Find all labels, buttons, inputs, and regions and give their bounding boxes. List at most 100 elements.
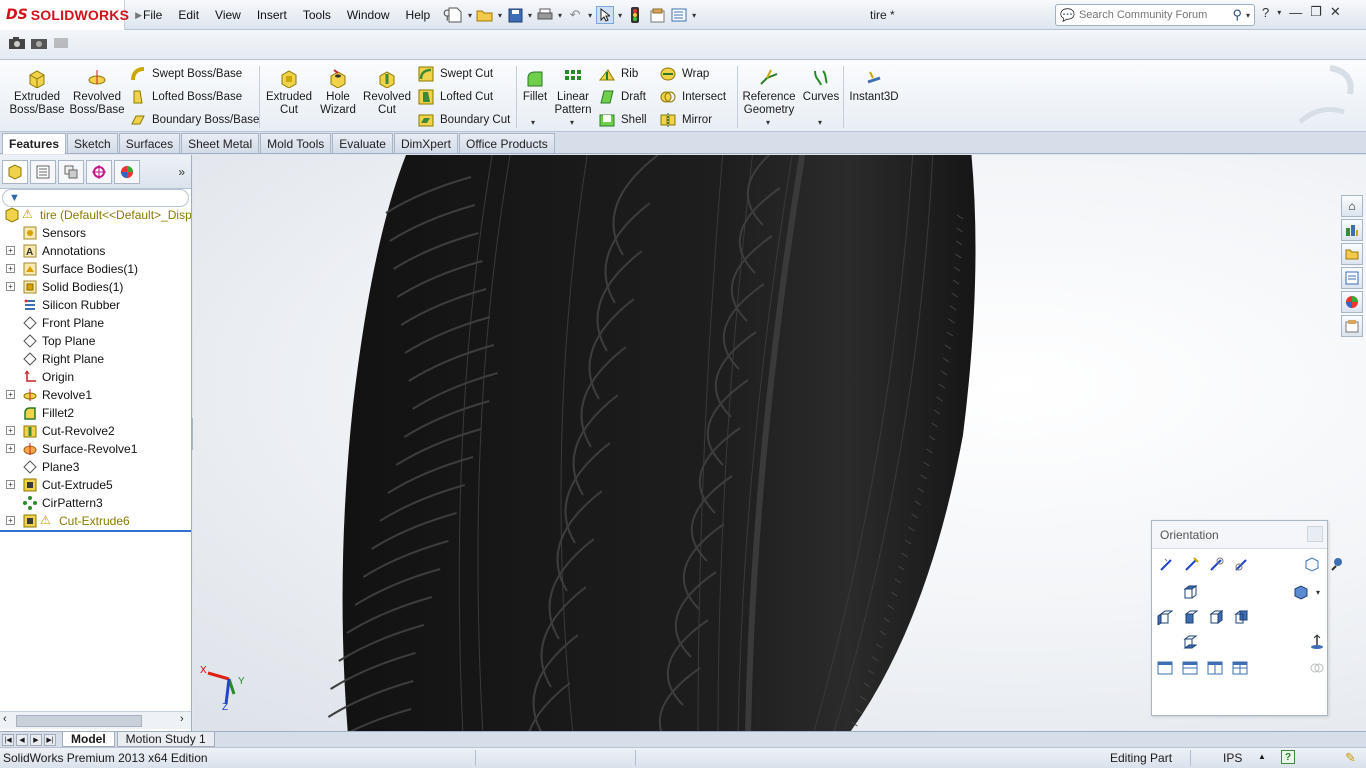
- tree-item-surface-bodies-1[interactable]: + Surface Bodies(1): [0, 260, 191, 278]
- reference-dropdown-icon[interactable]: ▾: [766, 118, 770, 127]
- options-dropdown-icon[interactable]: ▾: [692, 11, 696, 20]
- save-icon[interactable]: [506, 6, 524, 24]
- boundary-cut-button[interactable]: Boundary Cut: [418, 112, 510, 128]
- view-bottom-icon[interactable]: [1180, 633, 1198, 651]
- expand-icon[interactable]: +: [6, 480, 15, 489]
- quick-tips-help-icon[interactable]: ?: [1281, 750, 1295, 764]
- draft-button[interactable]: Draft: [599, 89, 646, 105]
- search-dropdown-icon[interactable]: ▾: [1246, 11, 1250, 20]
- normal-to-icon[interactable]: [1308, 633, 1326, 651]
- tree-item-sensors[interactable]: Sensors: [0, 224, 191, 242]
- tab-evaluate[interactable]: Evaluate: [332, 133, 393, 153]
- menu-tools[interactable]: Tools: [295, 8, 339, 22]
- solidworks-logo[interactable]: DS SOLIDWORKS ▶: [0, 0, 142, 30]
- undo-dropdown-icon[interactable]: ▾: [588, 11, 592, 20]
- record-video-icon[interactable]: [52, 34, 70, 52]
- tab-dimxpert[interactable]: DimXpert: [393, 133, 458, 153]
- single-view-icon[interactable]: [1156, 659, 1174, 677]
- property-manager-tab-icon[interactable]: [30, 159, 56, 184]
- new-dropdown-icon[interactable]: ▾: [468, 11, 472, 20]
- rib-button[interactable]: Rib: [599, 66, 638, 82]
- menu-window[interactable]: Window: [339, 8, 398, 22]
- print-icon[interactable]: [536, 6, 554, 24]
- file-explorer-icon[interactable]: [1341, 243, 1363, 265]
- view-selector-icon[interactable]: [1303, 555, 1321, 573]
- menu-view[interactable]: View: [207, 8, 249, 22]
- instant3d-button[interactable]: Instant3D: [848, 68, 900, 104]
- wrap-button[interactable]: Wrap: [660, 66, 709, 82]
- expand-icon[interactable]: +: [6, 516, 15, 525]
- save-dropdown-icon[interactable]: ▾: [528, 11, 532, 20]
- curves-dropdown-icon[interactable]: ▾: [818, 118, 822, 127]
- scroll-right-icon[interactable]: ›: [180, 713, 184, 725]
- link-view-icon[interactable]: [1233, 555, 1251, 573]
- view-left-icon[interactable]: [1156, 608, 1174, 626]
- expand-icon[interactable]: +: [6, 426, 15, 435]
- solidworks-resources-icon[interactable]: ⌂: [1341, 195, 1363, 217]
- mirror-button[interactable]: Mirror: [660, 112, 712, 128]
- update-standard-views-icon[interactable]: [1183, 555, 1201, 573]
- swept-cut-button[interactable]: Swept Cut: [418, 66, 493, 82]
- tab-office-products[interactable]: Office Products: [458, 133, 555, 153]
- open-folder-icon[interactable]: [476, 6, 494, 24]
- help-dropdown-icon[interactable]: ▾: [1277, 8, 1281, 17]
- expand-icon[interactable]: +: [6, 444, 15, 453]
- feature-tree-tab-icon[interactable]: [2, 159, 28, 184]
- help-icon[interactable]: ?: [1262, 5, 1269, 20]
- shell-button[interactable]: Shell: [599, 112, 647, 128]
- scroll-thumb[interactable]: [16, 715, 142, 727]
- tree-item-surface-revolve1[interactable]: + Surface-Revolve1: [0, 440, 191, 458]
- print-dropdown-icon[interactable]: ▾: [558, 11, 562, 20]
- design-library-icon[interactable]: [1341, 219, 1363, 241]
- menu-insert[interactable]: Insert: [249, 8, 295, 22]
- new-view-icon[interactable]: [1158, 555, 1176, 573]
- linear-pattern-button[interactable]: Linear Pattern: [553, 68, 593, 117]
- isometric-dropdown-icon[interactable]: ▾: [1316, 588, 1320, 597]
- select-arrow-icon[interactable]: [596, 6, 615, 24]
- hole-wizard-button[interactable]: Hole Wizard: [316, 68, 360, 117]
- close-icon[interactable]: ✕: [1330, 4, 1341, 20]
- tree-item-fillet2[interactable]: Fillet2: [0, 404, 191, 422]
- search-input[interactable]: [1078, 9, 1219, 21]
- tree-item-cut-extrude6[interactable]: + ⚠ Cut-Extrude6: [0, 512, 191, 530]
- tags-icon[interactable]: ✎: [1345, 750, 1356, 766]
- open-dropdown-icon[interactable]: ▾: [498, 11, 502, 20]
- link-views-icon[interactable]: [1308, 659, 1326, 677]
- extruded-cut-button[interactable]: Extruded Cut: [266, 68, 312, 117]
- tab-motion-study-1[interactable]: Motion Study 1: [116, 732, 215, 747]
- new-document-icon[interactable]: [446, 6, 464, 24]
- isometric-view-icon[interactable]: [1292, 583, 1310, 601]
- tab-surfaces[interactable]: Surfaces: [118, 133, 181, 153]
- tree-item-top-plane[interactable]: Top Plane: [0, 332, 191, 350]
- four-view-icon[interactable]: [1231, 659, 1249, 677]
- fillet-button[interactable]: Fillet: [520, 68, 550, 104]
- tab-sketch[interactable]: Sketch: [67, 133, 118, 153]
- configuration-manager-tab-icon[interactable]: [58, 159, 84, 184]
- two-view-horizontal-icon[interactable]: [1181, 659, 1199, 677]
- search-icon[interactable]: ⚲: [1232, 7, 1242, 23]
- appearances-icon[interactable]: [1341, 291, 1363, 313]
- expand-icon[interactable]: +: [6, 282, 15, 291]
- dimxpert-manager-tab-icon[interactable]: [86, 159, 112, 184]
- tree-item-solid-bodies-1[interactable]: + Solid Bodies(1): [0, 278, 191, 296]
- tree-item-cut-revolve2[interactable]: + Cut-Revolve2: [0, 422, 191, 440]
- select-dropdown-icon[interactable]: ▾: [618, 11, 622, 20]
- tab-model[interactable]: Model: [62, 732, 115, 747]
- menu-file[interactable]: File: [135, 8, 170, 22]
- tree-root-part[interactable]: ⚠ tire (Default<<Default>_Disp: [0, 206, 191, 224]
- restore-icon[interactable]: ❐: [1310, 4, 1322, 20]
- tab-features[interactable]: Features: [2, 133, 67, 154]
- lofted-cut-button[interactable]: Lofted Cut: [418, 89, 493, 105]
- search-box[interactable]: 💬 ⚲ ▾: [1055, 4, 1255, 26]
- tree-item-cirpattern3[interactable]: CirPattern3: [0, 494, 191, 512]
- revolved-boss-button[interactable]: Revolved Boss/Base: [70, 68, 125, 117]
- rebuild-icon[interactable]: [626, 6, 644, 24]
- pattern-dropdown-icon[interactable]: ▾: [570, 118, 574, 127]
- view-back-icon[interactable]: [1231, 608, 1249, 626]
- view-front-icon[interactable]: [1181, 608, 1199, 626]
- fillet-dropdown-icon[interactable]: ▾: [531, 118, 535, 127]
- custom-properties-icon[interactable]: [1341, 315, 1363, 337]
- tab-sheet-metal[interactable]: Sheet Metal: [181, 133, 260, 153]
- extruded-boss-button[interactable]: Extruded Boss/Base: [10, 68, 65, 117]
- display-manager-tab-icon[interactable]: [114, 159, 140, 184]
